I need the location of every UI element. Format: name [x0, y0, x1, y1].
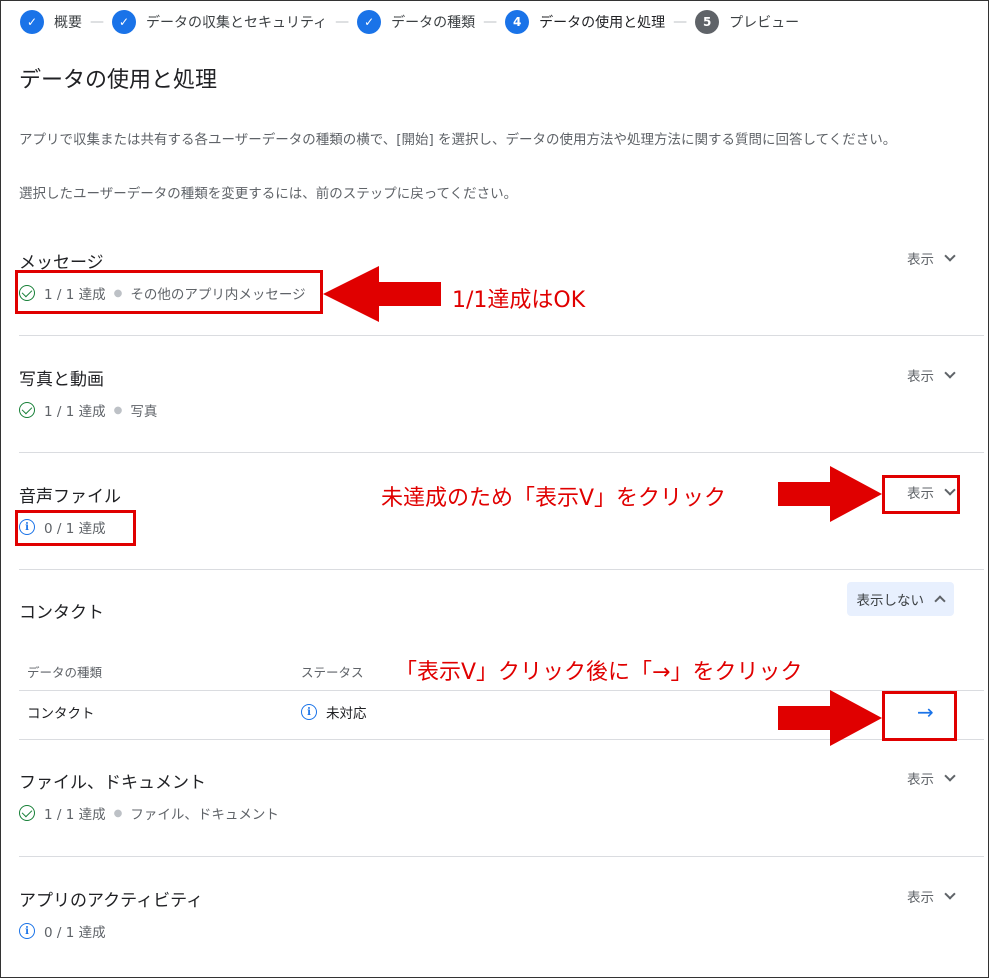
check-icon: ✓ [357, 10, 382, 34]
dot-separator: ● [113, 807, 123, 819]
check-circle-icon [19, 402, 35, 418]
expand-button[interactable]: 表示 [907, 365, 956, 385]
check-icon: ✓ [20, 10, 44, 34]
section-contacts: コンタクト 表示しない [19, 582, 984, 623]
step-preview[interactable]: 5 プレビュー [695, 10, 799, 34]
data-type-cell: コンタクト [27, 706, 95, 722]
section-status: 1 / 1 達成 ● 写真 [19, 400, 984, 420]
annotation-box [15, 510, 136, 546]
step-separator: — [483, 14, 498, 30]
chevron-down-icon [944, 888, 956, 900]
section-title: アプリのアクティビティ [19, 891, 204, 911]
step-number: 5 [695, 10, 720, 34]
info-icon: i [301, 704, 317, 720]
step-number: 4 [505, 10, 530, 34]
section-title: 写真と動画 [19, 370, 104, 390]
section-status: i 0 / 1 達成 [19, 921, 984, 941]
annotation-text: 「表示V」クリック後に「→」をクリック [395, 660, 803, 685]
divider [19, 569, 984, 570]
annotation-arrow-right-icon [778, 466, 882, 522]
annotation-box [15, 270, 323, 314]
annotation-box [882, 691, 957, 741]
chevron-up-icon [934, 595, 946, 607]
check-icon: ✓ [112, 10, 136, 34]
step-data-types[interactable]: ✓ データの種類 [357, 10, 475, 34]
step-data-collection[interactable]: ✓ データの収集とセキュリティ [112, 10, 327, 34]
step-separator: — [335, 14, 350, 30]
divider [19, 856, 984, 857]
intro-text-2: 選択したユーザーデータの種類を変更するには、前のステップに戻ってください。 [19, 186, 518, 202]
column-header: ステータス [301, 665, 364, 680]
divider [19, 452, 984, 453]
status-cell: i 未対応 [301, 702, 367, 722]
collapse-button[interactable]: 表示しない [846, 582, 954, 616]
stepper: ✓ 概要 — ✓ データの収集とセキュリティ — ✓ データの種類 — 4 デー… [20, 10, 799, 34]
step-separator: — [90, 14, 104, 30]
section-title: コンタクト [19, 603, 104, 623]
annotation-text: 未達成のため「表示V」をクリック [381, 486, 727, 511]
info-icon: i [19, 923, 35, 939]
annotation-box [882, 475, 960, 514]
annotation-text: 1/1達成はOK [452, 288, 586, 313]
step-data-usage[interactable]: 4 データの使用と処理 [505, 10, 665, 34]
annotation-arrow-right-icon [778, 690, 882, 746]
section-status: 1 / 1 達成 ● ファイル、ドキュメント [19, 803, 984, 823]
section-photos: 写真と動画 1 / 1 達成 ● 写真 表示 [19, 365, 984, 420]
step-separator: — [673, 14, 688, 30]
divider [19, 335, 984, 336]
step-overview[interactable]: ✓ 概要 [20, 10, 82, 34]
expand-button[interactable]: 表示 [907, 886, 956, 906]
expand-button[interactable]: 表示 [907, 768, 956, 788]
chevron-down-icon [944, 250, 956, 262]
expand-button[interactable]: 表示 [907, 248, 956, 268]
page-title: データの使用と処理 [19, 68, 218, 93]
chevron-down-icon [944, 770, 956, 782]
dot-separator: ● [113, 404, 123, 416]
chevron-down-icon [944, 367, 956, 379]
section-app-activity: アプリのアクティビティ i 0 / 1 達成 表示 [19, 886, 984, 941]
column-header: データの種類 [27, 665, 103, 680]
section-title: ファイル、ドキュメント [19, 773, 206, 793]
check-circle-icon [19, 805, 35, 821]
intro-text: アプリで収集または共有する各ユーザーデータの種類の横で、[開始] を選択し、デー… [19, 132, 897, 148]
section-files: ファイル、ドキュメント 1 / 1 達成 ● ファイル、ドキュメント 表示 [19, 768, 984, 823]
annotation-arrow-left-icon [323, 266, 441, 322]
